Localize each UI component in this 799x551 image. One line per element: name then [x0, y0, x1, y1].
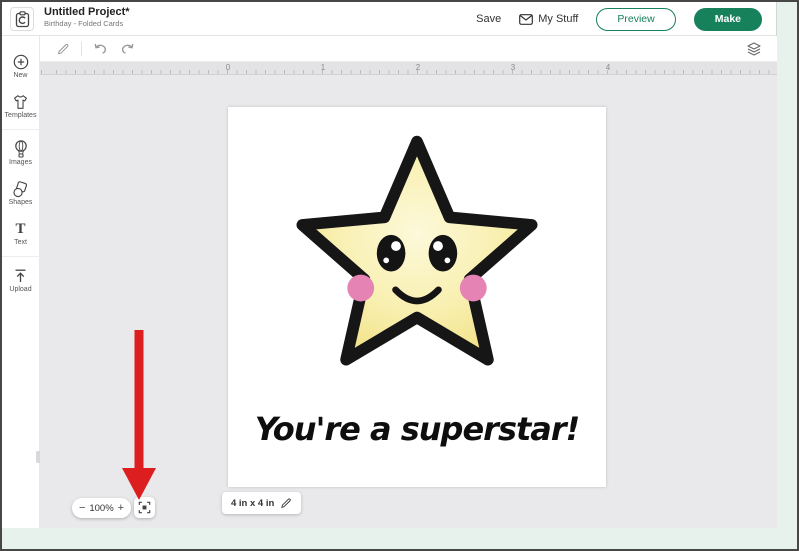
- redo-icon: [120, 42, 135, 55]
- horizontal-ruler: 0 1 2 3 4: [40, 62, 777, 75]
- top-bar: Untitled Project* Birthday - Folded Card…: [2, 2, 776, 36]
- plus-circle-icon: [13, 53, 29, 71]
- text-t-icon: T: [15, 220, 25, 238]
- my-stuff-label: My Stuff: [538, 13, 578, 25]
- layers-icon: [746, 41, 762, 57]
- edit-pencil-icon: [280, 497, 292, 509]
- balloon-icon: [14, 140, 28, 158]
- sidebar-item-templates[interactable]: Templates: [2, 86, 40, 126]
- sidebar-item-label: Shapes: [9, 199, 33, 206]
- sidebar-item-label: Templates: [5, 112, 37, 119]
- fit-screen-icon: [138, 501, 151, 514]
- canvas-size-label: 4 in x 4 in: [231, 498, 274, 509]
- ruler-mark: 4: [606, 63, 610, 72]
- card-artboard[interactable]: You're a superstar!: [228, 107, 606, 487]
- pencil-icon: [56, 42, 70, 56]
- shapes-icon: [12, 180, 29, 198]
- zoom-level: 100%: [89, 503, 113, 514]
- ruler-mark: 3: [511, 63, 515, 72]
- envelope-icon: [519, 13, 533, 25]
- sidebar-item-label: Upload: [9, 286, 31, 293]
- edit-pencil-button[interactable]: [54, 40, 72, 58]
- project-title-block: Untitled Project* Birthday - Folded Card…: [44, 6, 130, 29]
- machine-clipboard-icon: [15, 11, 30, 28]
- sidebar-item-label: Images: [9, 159, 32, 166]
- sidebar-divider: [2, 129, 40, 130]
- ruler-mark: 2: [416, 63, 420, 72]
- sidebar: New Templates Images Shapes: [2, 36, 40, 528]
- top-bar-actions: Save My Stuff Preview Make: [476, 2, 762, 36]
- sidebar-item-shapes[interactable]: Shapes: [2, 173, 40, 213]
- zoom-to-fit-button[interactable]: [134, 497, 155, 518]
- ruler-mark: 0: [226, 63, 230, 72]
- edit-toolbar: [40, 36, 777, 62]
- redo-button[interactable]: [118, 40, 136, 58]
- save-button[interactable]: Save: [476, 13, 501, 25]
- sidebar-item-label: New: [13, 72, 27, 79]
- design-app-window: Untitled Project* Birthday - Folded Card…: [2, 2, 777, 528]
- zoom-in-button[interactable]: +: [118, 503, 124, 514]
- toolbar-divider: [81, 42, 82, 56]
- sidebar-item-text[interactable]: T Text: [2, 213, 40, 253]
- card-text[interactable]: You're a superstar!: [228, 410, 606, 448]
- app-window-frame: Untitled Project* Birthday - Folded Card…: [0, 0, 799, 551]
- star-image[interactable]: [283, 121, 551, 389]
- undo-icon: [93, 42, 108, 55]
- make-button[interactable]: Make: [694, 8, 762, 31]
- save-label: Save: [476, 13, 501, 25]
- upload-icon: [13, 267, 28, 285]
- zoom-out-button[interactable]: −: [79, 503, 85, 514]
- undo-button[interactable]: [91, 40, 109, 58]
- zoom-control: − 100% +: [72, 498, 131, 518]
- layers-button[interactable]: [745, 40, 763, 58]
- ruler-mark: 1: [321, 63, 325, 72]
- project-title: Untitled Project*: [44, 6, 130, 19]
- my-stuff-button[interactable]: My Stuff: [519, 13, 578, 25]
- sidebar-item-images[interactable]: Images: [2, 133, 40, 173]
- cricut-logo-button[interactable]: [10, 7, 34, 31]
- tshirt-icon: [12, 93, 29, 111]
- sidebar-divider: [2, 256, 40, 257]
- project-subtitle: Birthday - Folded Cards: [44, 19, 130, 29]
- canvas-size-button[interactable]: 4 in x 4 in: [222, 492, 301, 514]
- sidebar-item-new[interactable]: New: [2, 46, 40, 86]
- preview-button[interactable]: Preview: [596, 8, 675, 31]
- sidebar-item-label: Text: [14, 239, 27, 246]
- sidebar-item-upload[interactable]: Upload: [2, 260, 40, 300]
